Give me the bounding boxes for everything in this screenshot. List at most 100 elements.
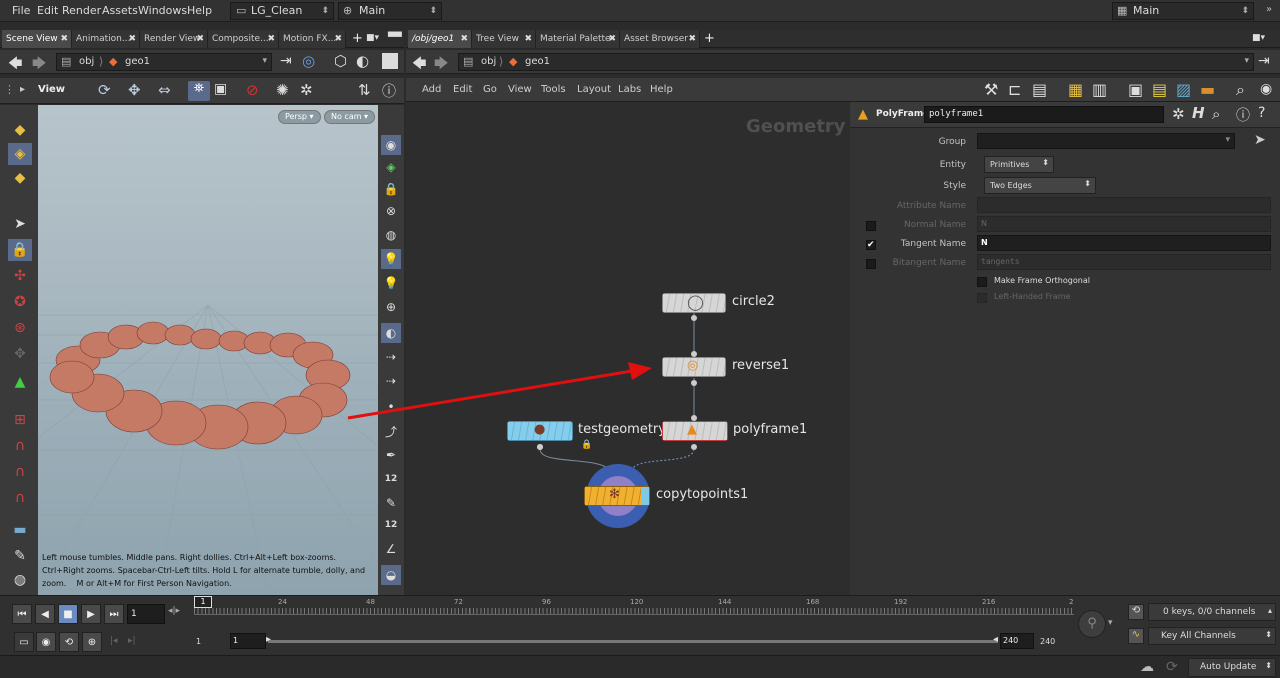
pan-icon[interactable]: ✥ <box>128 81 141 99</box>
realtime-icon[interactable]: ▭ <box>14 632 34 652</box>
info-icon[interactable]: ⓘ <box>1236 105 1250 125</box>
node-polyframe1[interactable]: ▲ <box>662 421 728 441</box>
help-icon[interactable]: ⓘ <box>382 81 396 101</box>
style-menu[interactable]: Two Edges ⬍ <box>984 177 1096 194</box>
desktop-dropdown[interactable]: ▭ LG_Clean ⬍ <box>230 2 334 20</box>
arrow-select-icon[interactable]: ➤ <box>8 213 32 235</box>
settings-icon[interactable]: ⊕ <box>82 632 102 652</box>
context-dropdown[interactable]: ⊕ Main ⬍ <box>338 2 442 20</box>
chevron-down-icon[interactable]: ▾ <box>262 56 267 66</box>
menu-help[interactable]: Help <box>187 4 212 17</box>
rotate-icon[interactable]: ✪ <box>8 291 32 313</box>
help-icon[interactable]: ? <box>1258 105 1265 121</box>
pane-menu-icon[interactable]: ■▾ <box>1252 33 1265 43</box>
tab-scene-view[interactable]: Scene View ✖ <box>2 30 72 48</box>
shading-icon[interactable]: ◐ <box>381 323 401 343</box>
tree-icon[interactable]: ⊏ <box>1008 80 1021 99</box>
forward-arrow-icon[interactable]: 🡆 <box>32 53 46 77</box>
number-display-icon[interactable]: 12 <box>381 469 401 489</box>
render-region-icon[interactable]: ▬ <box>8 519 32 541</box>
node-reverse1[interactable]: ◎ <box>662 357 726 377</box>
loop-icon[interactable]: ⟲ <box>59 632 79 652</box>
houdini-help-icon[interactable]: H <box>1192 104 1205 122</box>
menu-file[interactable]: File <box>12 4 30 17</box>
menu-windows[interactable]: Windows <box>138 4 187 17</box>
wrench-icon[interactable]: ⚒ <box>984 80 998 99</box>
node-circle2[interactable]: ◯ <box>662 293 726 313</box>
scale-icon[interactable]: ⊛ <box>8 317 32 339</box>
dot-shape-icon[interactable]: ▬ <box>1200 80 1215 99</box>
brain-icon[interactable]: ☁ <box>1140 659 1154 675</box>
path-root[interactable]: obj <box>481 56 496 67</box>
step-frame-icon[interactable]: ◂|▸ <box>168 606 180 616</box>
select-points-icon[interactable]: ◈ <box>8 143 32 165</box>
path-node[interactable]: geo1 <box>525 56 550 67</box>
chevron-down-icon[interactable]: ▾ <box>1108 618 1113 628</box>
close-icon[interactable]: ✖ <box>524 30 532 48</box>
close-icon[interactable]: ✖ <box>608 30 616 48</box>
path-root[interactable]: obj <box>79 56 94 67</box>
snap-point-icon[interactable]: ∩ <box>8 461 32 483</box>
key-icon[interactable]: ⚲ <box>1078 610 1106 638</box>
vector-icon[interactable]: ⇢ <box>381 347 401 367</box>
network-editor[interactable]: Geometry ◯ circle2 ◎ reverse1 ● testgeom… <box>406 102 850 595</box>
pose-icon[interactable]: ▲ <box>8 371 32 393</box>
curve-icon[interactable]: ⤴ <box>381 421 401 441</box>
snap-grid-icon[interactable]: ⊞ <box>8 409 32 431</box>
light-icon[interactable]: 💡 <box>381 249 401 269</box>
audio-icon[interactable]: ◉ <box>36 632 56 652</box>
search-icon[interactable]: ⌕ <box>1236 80 1245 100</box>
material-icon[interactable]: ◍ <box>8 569 32 591</box>
pen-icon[interactable]: ✒ <box>381 445 401 465</box>
tab-network-geo1[interactable]: /obj/geo1 ✖ <box>408 30 472 48</box>
pin-icon[interactable]: ⇥ <box>1258 53 1270 69</box>
range-slider[interactable] <box>268 640 998 643</box>
net-menu-add[interactable]: Add <box>422 84 441 95</box>
chevron-down-icon[interactable]: ▾ <box>1225 135 1230 145</box>
snapshot-icon[interactable] <box>382 53 398 69</box>
brush-icon[interactable]: ✎ <box>8 545 32 567</box>
close-icon[interactable]: ✖ <box>60 30 68 48</box>
play-reverse-icon[interactable]: ◀ <box>35 604 55 624</box>
auto-update-dropdown[interactable]: Auto Update ⬍ <box>1188 658 1276 677</box>
pane-options-icon[interactable]: ▀▀ <box>388 33 402 43</box>
sticky-note-icon[interactable]: ▤ <box>1152 80 1167 99</box>
tab-asset-browser[interactable]: Asset Browser ✖ <box>620 30 700 48</box>
range-start-handle-icon[interactable]: ▸ <box>266 634 271 645</box>
close-icon[interactable]: ✖ <box>196 30 204 48</box>
range-end-icon[interactable]: ▸| <box>128 636 136 646</box>
range-end-handle-icon[interactable]: ◂ <box>993 634 998 645</box>
eye-icon[interactable]: ◉ <box>1260 81 1272 97</box>
add-tab-icon[interactable]: + <box>704 31 715 46</box>
close-icon[interactable]: ✖ <box>128 30 136 48</box>
net-menu-view[interactable]: View <box>508 84 532 95</box>
headlight-icon[interactable]: 💡 <box>381 273 401 293</box>
lefthanded-checkbox[interactable] <box>977 293 987 303</box>
dolly-icon[interactable]: ⇔ <box>158 81 171 99</box>
range-end-value[interactable]: 240 <box>1040 637 1055 646</box>
tab-render-view[interactable]: Render View ✖ <box>140 30 208 48</box>
view-mode-icon[interactable]: ◒ <box>381 565 401 585</box>
refresh-icon[interactable]: ⟳ <box>1166 659 1178 675</box>
net-menu-labs[interactable]: Labs <box>618 84 641 95</box>
pane-menu-icon[interactable]: ■▾ <box>366 33 379 43</box>
normal-icon[interactable]: ⇢ <box>381 371 401 391</box>
range-start-field[interactable]: 1 <box>230 633 266 649</box>
add-tab-icon[interactable]: + <box>352 31 363 46</box>
dot-icon[interactable]: • <box>381 397 401 417</box>
view-options-icon[interactable]: ⇅ <box>358 81 371 99</box>
node-name-field[interactable]: polyframe1 <box>924 106 1164 123</box>
graph-icon[interactable]: ∿ <box>1128 628 1144 644</box>
display-shaded-icon[interactable]: ◉ <box>381 135 401 155</box>
tumble-icon[interactable]: ⟳ <box>98 81 111 99</box>
forward-arrow-icon[interactable]: 🡆 <box>434 53 448 77</box>
back-arrow-icon[interactable]: 🡄 <box>8 53 22 77</box>
range-start-icon[interactable]: |◂ <box>110 636 118 646</box>
render-icon[interactable]: ✺ <box>276 81 289 99</box>
path-node[interactable]: geo1 <box>125 56 150 67</box>
current-frame-field[interactable]: 1 <box>127 604 165 624</box>
display-flag[interactable] <box>641 487 649 505</box>
network-path-field[interactable]: ▤ obj ⟩ ◆ geo1 ▾ <box>458 53 1254 71</box>
gear-icon[interactable]: ✲ <box>1172 105 1185 123</box>
close-icon[interactable]: ✖ <box>688 30 696 48</box>
